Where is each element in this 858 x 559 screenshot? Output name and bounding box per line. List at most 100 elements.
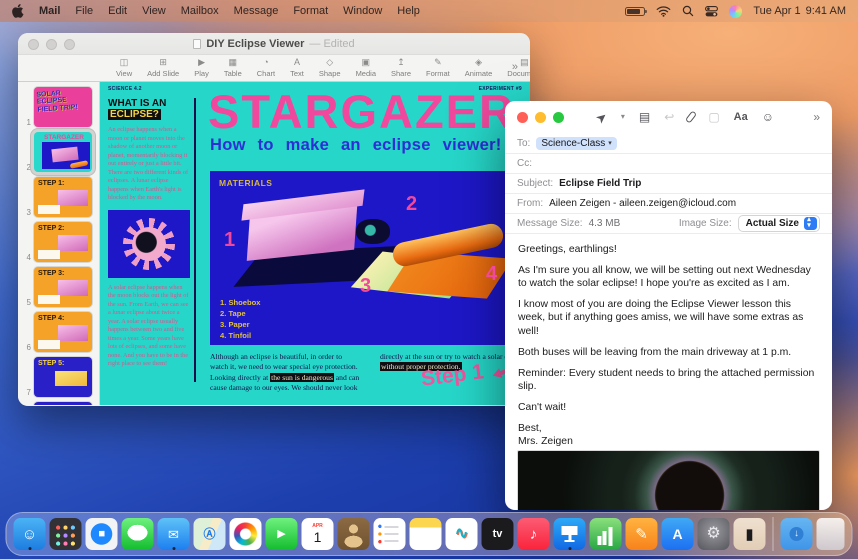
menu-item[interactable]: Edit [108,5,127,17]
tv[interactable]: tv [482,518,514,550]
numbers[interactable] [590,518,622,550]
calendar[interactable]: APR 1 [302,518,334,550]
sun-illustration-box [108,210,190,278]
toolbar-button[interactable]: A Text [290,58,304,78]
recipient-name: Science-Class [541,138,605,149]
messages[interactable] [122,518,154,550]
mail-toolbar: ➤ ▾ ▤ ↩ [505,101,832,133]
slide-thumbnail[interactable]: STEP 3: [34,267,92,307]
to-field[interactable]: To: Science-Class ▾ [505,133,832,153]
minimize-button[interactable] [46,39,57,50]
separator[interactable] [773,517,774,551]
toolbar-button[interactable]: ◈ Animate [465,58,493,78]
slide-thumbnail-title: STEP 4: [38,315,64,322]
slide-thumbnail-art [42,142,90,169]
appstore[interactable]: A [662,518,694,550]
markup-icon[interactable]: ▢ [708,111,719,123]
photos[interactable] [230,518,262,550]
slide-thumbnail[interactable]: SOLAR ECLIPSE FIELD TRIP! [34,87,92,127]
emoji-icon[interactable]: ☺ [762,111,774,123]
menu-clock[interactable]: Tue Apr 1 9:41 AM [753,5,846,17]
maps[interactable]: Ⓐ [194,518,226,550]
notes[interactable] [410,518,442,550]
toolbar-button[interactable]: ▶ Play [194,58,209,78]
control-center-icon[interactable] [705,6,718,17]
reminders[interactable] [374,518,406,550]
more-icon[interactable]: » [813,111,820,123]
toolbar-button[interactable]: ▦ Table [224,58,242,78]
toolbar-button[interactable]: ✎ Format [426,58,450,78]
battery-icon[interactable] [625,7,645,16]
header-fields-icon[interactable]: ▤ [639,111,650,123]
slide-thumbnail[interactable]: STEP 1: [34,177,92,217]
slide-thumbnail[interactable]: DID YOU KNOW [34,402,92,405]
send-icon[interactable]: ➤ [596,111,607,124]
send-chevron[interactable]: ▾ [621,113,625,121]
slide-thumbnail-art [58,325,88,341]
minimize-button[interactable] [535,112,546,123]
toolbar-button[interactable]: ↥ Share [391,58,411,78]
finder[interactable]: ☺ [14,518,46,550]
contacts[interactable] [338,518,370,550]
slide-thumbnail[interactable]: STEP 4: [34,312,92,352]
downloads[interactable]: ↓ [781,518,813,550]
slide-thumbnail[interactable]: STEP 2: [34,222,92,262]
trash[interactable] [817,518,845,550]
menu-item[interactable]: Format [293,5,328,17]
zoom-button[interactable] [553,112,564,123]
from-field[interactable]: From: Aileen Zeigen - aileen.zeigen@iclo… [505,193,832,213]
window-title-text: DIY Eclipse Viewer [206,38,304,50]
slide-thumbnail[interactable]: STEP 5: [34,357,92,397]
toolbar-button[interactable]: ◔ Chart [257,58,275,78]
mail[interactable]: ✉ [158,518,190,550]
menu-item[interactable]: Help [397,5,420,17]
zoom-button[interactable] [64,39,75,50]
safari[interactable]: ◆ [86,518,118,550]
menu-item[interactable]: File [75,5,93,17]
subject-field[interactable]: Subject: Eclipse Field Trip [505,173,832,193]
toolbar-button[interactable]: ◫ View [116,58,132,78]
toolbar-button[interactable]: ▣ Media [356,58,376,78]
recipient-token[interactable]: Science-Class ▾ [536,137,616,150]
reply-icon[interactable]: ↩ [664,111,674,123]
toolbar-button[interactable]: ◇ Shape [319,58,341,78]
stepper-icon[interactable] [804,217,817,230]
menu-item[interactable]: Mailbox [181,5,219,17]
slide-row: 3 STEP 1: [20,177,95,217]
freeform[interactable]: ∿ [446,518,478,550]
slide-navigator[interactable]: 1 SOLAR ECLIPSE FIELD TRIP! 2 STARGAZER [18,82,100,405]
settings[interactable]: ⚙ [698,518,730,550]
close-button[interactable] [517,112,528,123]
pages[interactable]: ✎ [626,518,658,550]
body-paragraph: Can't wait! [518,401,819,414]
toolbar-button[interactable]: ▤ Document [507,58,530,78]
toolbar-overflow-icon[interactable]: » [512,61,518,73]
iphone-mirroring[interactable]: ▮ [734,518,766,550]
close-button[interactable] [28,39,39,50]
menu-item[interactable]: Message [234,5,279,17]
menu-item[interactable]: Window [343,5,382,17]
facetime[interactable]: ▶ [266,518,298,550]
spotlight-search-icon[interactable] [682,5,694,17]
slide-thumbnail[interactable]: STARGAZER [34,132,92,172]
menu-bar: Mail File Edit View Mailbox Message Format Wind… [0,0,858,22]
apple-icon[interactable] [12,4,24,18]
keynote[interactable] [554,518,586,550]
wifi-icon[interactable] [656,6,671,17]
attach-icon[interactable] [688,111,694,123]
siri-icon[interactable] [729,5,742,18]
toolbar-button[interactable]: ⊞ Add Slide [147,58,179,78]
eclipse-attachment-image[interactable] [517,450,820,510]
menu-item[interactable]: View [142,5,166,17]
message-body[interactable]: Greetings, earthlings!As I'm sure you al… [505,233,832,448]
desktop: Mail File Edit View Mailbox Message Format Wind… [0,0,858,559]
signature-line: Mrs. Zeigen [518,435,819,448]
slide-canvas[interactable]: SCIENCE 4.2 EXPERIMENT #9 WHAT IS AN ECL… [100,82,530,405]
format-icon[interactable]: Aa [734,112,748,123]
image-size-select[interactable]: Actual Size [738,215,820,232]
launchpad[interactable] [50,518,82,550]
cc-field[interactable]: Cc: [505,153,832,173]
music[interactable]: ♪ [518,518,550,550]
keynote-titlebar[interactable]: DIY Eclipse Viewer — Edited [18,33,530,55]
menu-item[interactable]: Mail [39,5,60,17]
